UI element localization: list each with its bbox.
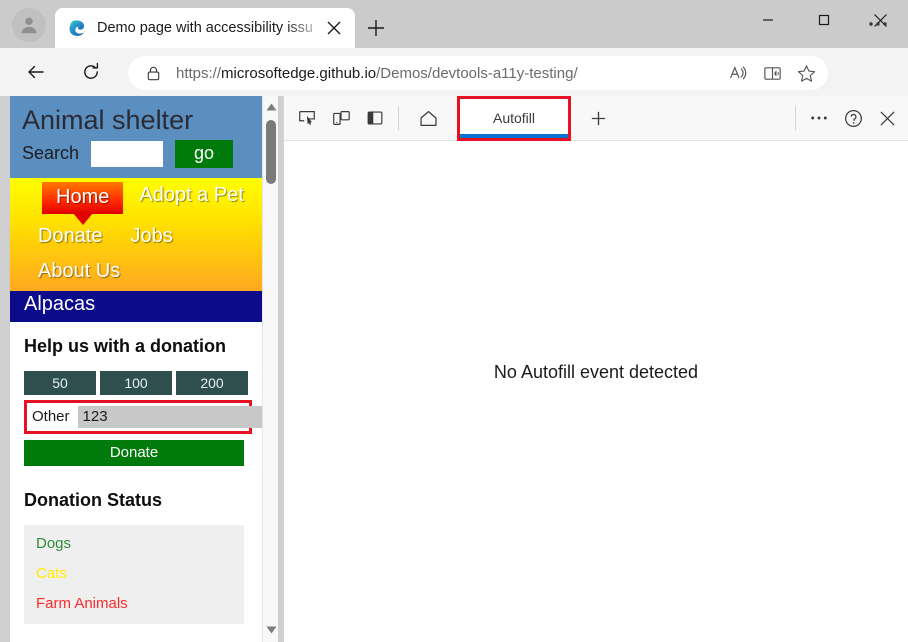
reload-button[interactable] [75, 56, 107, 88]
url-text: https://microsoftedge.github.io/Demos/de… [176, 64, 578, 82]
person-icon [21, 17, 37, 34]
donate-submit-button[interactable]: Donate [24, 439, 244, 466]
nav-item-adopt-a-pet[interactable]: Adopt a Pet [137, 182, 246, 209]
amount-button-100[interactable]: 100 [100, 370, 172, 395]
ellipsis-icon [869, 22, 887, 26]
status-item-farm-animals: Farm Animals [36, 594, 128, 612]
more-tools-icon[interactable] [802, 101, 836, 135]
alpacas-banner: Alpacas [10, 290, 262, 322]
url-path: /Demos/devtools-a11y-testing/ [376, 64, 578, 82]
caret-up-icon [266, 103, 276, 110]
title-bar: Demo page with accessibility issu [0, 0, 908, 48]
plus-icon [591, 111, 605, 125]
devtools-add-tab-button[interactable] [581, 101, 615, 135]
autofill-empty-message: No Autofill event detected [493, 361, 699, 382]
maximize-icon [818, 14, 830, 26]
other-amount-highlight: Other [24, 399, 278, 434]
nav-item-home[interactable]: Home [42, 181, 124, 214]
plus-icon [368, 20, 384, 36]
devtools-panel: Autofill No Autofill event detected [283, 95, 908, 642]
scrollbar-thumb[interactable] [266, 120, 276, 184]
page-scrollbar[interactable] [262, 96, 278, 642]
profile-button[interactable] [12, 8, 46, 42]
tab-title: Demo page with accessibility issu [97, 20, 313, 36]
nav-row-secondary: Donate Jobs [10, 223, 262, 250]
dock-side-icon[interactable] [358, 101, 392, 135]
caret-down-icon [266, 626, 276, 633]
favorite-star-icon[interactable] [790, 58, 822, 88]
site-header: Animal shelter Search go [10, 96, 262, 178]
scroll-up-button[interactable] [263, 98, 279, 115]
nav-item-jobs[interactable]: Jobs [129, 223, 175, 250]
devtools-content-area: No Autofill event detected [284, 142, 908, 642]
tab-close-button[interactable] [321, 15, 347, 41]
immersive-reader-icon[interactable] [756, 58, 788, 88]
donation-status-section: Donation Status Dogs Cats Farm Animals [10, 466, 262, 624]
new-tab-button[interactable] [362, 14, 390, 42]
site-navigation: Home Adopt a Pet Donate Jobs About Us [10, 177, 262, 291]
search-label: Search [22, 143, 80, 164]
toolbar-separator [398, 106, 399, 130]
search-input[interactable] [91, 140, 164, 167]
close-devtools-icon[interactable] [870, 101, 904, 135]
amount-button-50[interactable]: 50 [24, 370, 96, 395]
other-amount-label: Other [32, 408, 70, 426]
nav-row-primary: Home Adopt a Pet [10, 181, 262, 214]
scroll-down-button[interactable] [263, 621, 279, 638]
donation-heading: Help us with a donation [24, 335, 226, 356]
close-icon [879, 110, 895, 126]
back-arrow-icon [28, 65, 44, 79]
minimize-button[interactable] [740, 0, 796, 40]
devtools-toolbar-right [789, 101, 904, 135]
browser-tab[interactable]: Demo page with accessibility issu [55, 8, 355, 48]
close-icon [327, 21, 341, 35]
nav-item-donate[interactable]: Donate [36, 223, 105, 250]
site-search: Search go [22, 139, 250, 168]
status-item-cats: Cats [36, 564, 67, 582]
ellipsis-icon [811, 116, 827, 120]
nav-item-about-us[interactable]: About Us [36, 258, 122, 285]
address-bar[interactable]: https://microsoftedge.github.io/Demos/de… [128, 56, 828, 90]
donation-status-box: Dogs Cats Farm Animals [24, 524, 244, 624]
read-aloud-icon[interactable] [722, 58, 754, 88]
edge-logo-icon [69, 20, 85, 36]
help-icon[interactable] [836, 101, 870, 135]
donation-status-heading: Donation Status [24, 489, 162, 510]
inspect-element-icon[interactable] [290, 101, 324, 135]
devtools-tab-autofill[interactable]: Autofill [457, 95, 571, 141]
reload-icon [84, 62, 99, 79]
site-title: Animal shelter [22, 105, 194, 135]
demo-page: Animal shelter Search go Home Adopt a Pe… [10, 96, 278, 624]
donation-amount-row: 50 100 200 [24, 370, 248, 395]
page-viewport: Animal shelter Search go Home Adopt a Pe… [10, 96, 278, 642]
back-button[interactable] [20, 56, 52, 88]
donation-section: Help us with a donation 50 100 200 Other… [10, 322, 278, 466]
search-go-button[interactable]: go [175, 139, 234, 168]
maximize-button[interactable] [796, 0, 852, 40]
address-bar-actions [722, 58, 822, 88]
home-icon[interactable] [411, 101, 445, 135]
minimize-icon [763, 19, 773, 21]
browser-window: Demo page with accessibility issu https:… [0, 0, 908, 642]
amount-button-200[interactable]: 200 [176, 370, 248, 395]
toolbar-separator-right [795, 106, 796, 130]
status-item-dogs: Dogs [36, 534, 72, 552]
url-host: microsoftedge.github.io [221, 64, 377, 82]
browser-settings-button[interactable] [862, 10, 894, 38]
lock-icon [142, 65, 164, 82]
other-amount-input[interactable] [77, 405, 278, 428]
devtools-toolbar: Autofill [284, 95, 908, 141]
device-emulation-icon[interactable] [324, 101, 358, 135]
nav-row-tertiary: About Us [10, 258, 262, 285]
